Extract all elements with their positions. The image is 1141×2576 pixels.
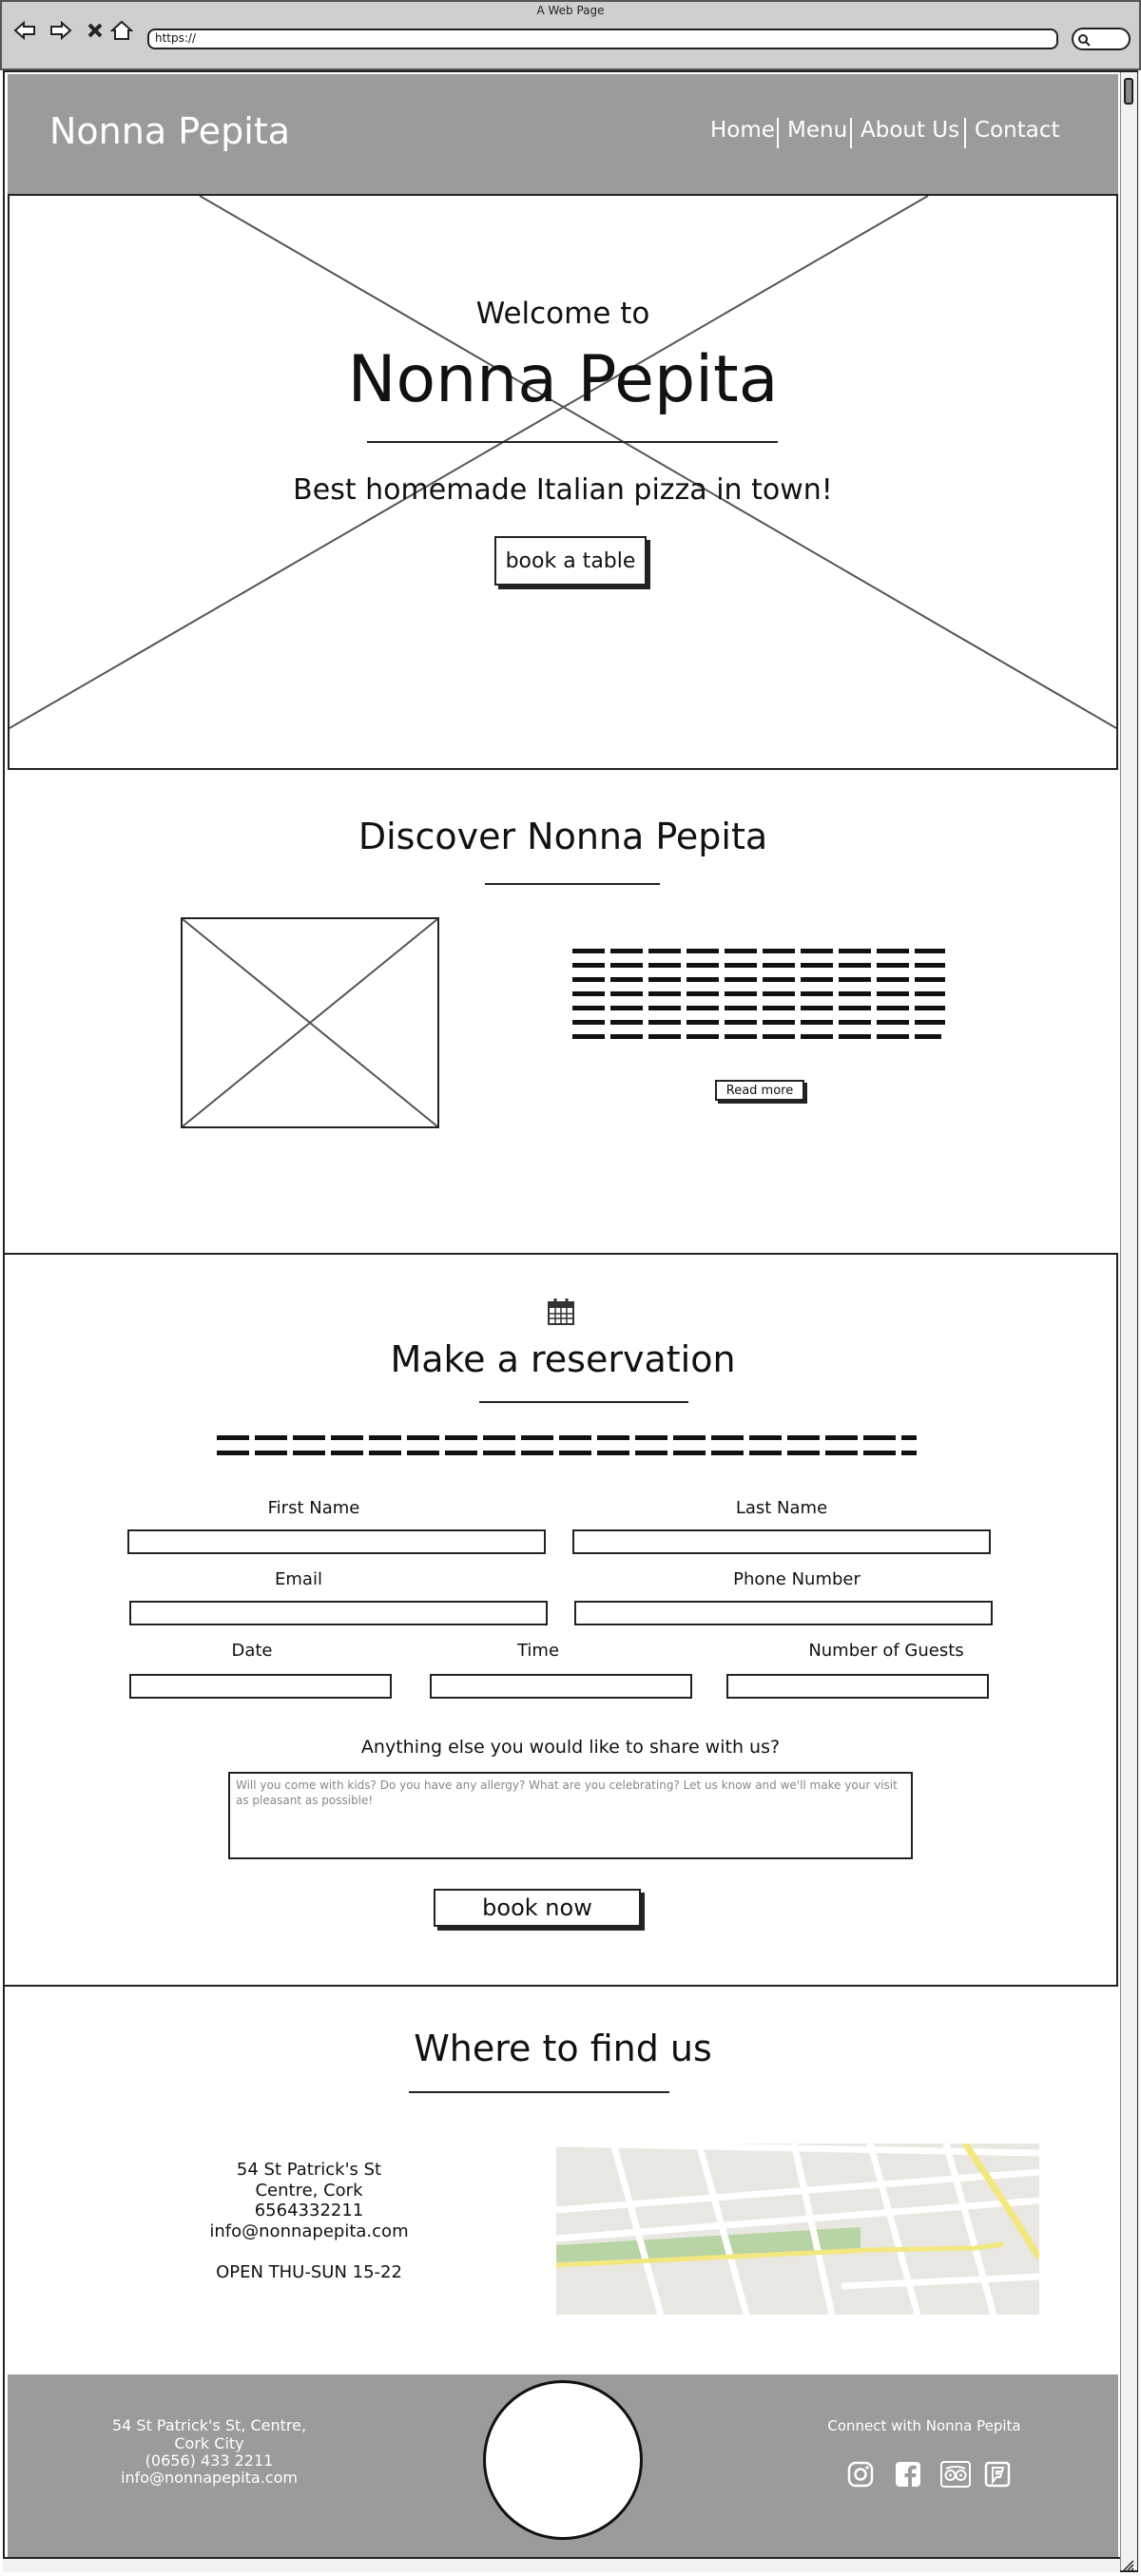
time-field[interactable] — [430, 1674, 692, 1699]
reservation-title: Make a reservation — [390, 1338, 736, 1380]
hero-title: Nonna Pepita — [347, 342, 779, 417]
home-icon[interactable] — [110, 19, 133, 42]
nav-divider — [777, 118, 779, 148]
resize-grip-icon[interactable] — [1122, 2559, 1135, 2572]
foursquare-icon[interactable] — [983, 2460, 1012, 2489]
nav-divider — [850, 118, 852, 148]
instagram-icon[interactable] — [846, 2460, 875, 2489]
forward-arrow-icon[interactable] — [49, 19, 72, 42]
footer-email[interactable]: info@nonnapepita.com — [76, 2469, 342, 2487]
nav-about-us[interactable]: About Us — [861, 118, 959, 143]
opening-hours: OPEN THU-SUN 15-22 — [216, 2262, 402, 2282]
notes-label: Anything else you would like to share wi… — [360, 1737, 781, 1758]
last-name-label: Last Name — [735, 1498, 828, 1518]
footer-address-line1: 54 St Patrick's St, Centre, — [111, 2416, 307, 2434]
location-map[interactable] — [556, 2143, 1039, 2315]
stop-x-icon[interactable] — [84, 19, 106, 42]
email-field[interactable] — [129, 1601, 548, 1625]
nav-home[interactable]: Home — [710, 118, 775, 143]
nav-divider — [964, 118, 966, 148]
footer-connect-label: Connect with Nonna Pepita — [827, 2417, 1021, 2434]
address-line1: 54 St Patrick's St — [236, 2160, 382, 2180]
bottom-bar — [3, 2557, 1120, 2572]
site-logo[interactable]: Nonna Pepita — [49, 110, 290, 152]
discover-text-block — [572, 949, 945, 1039]
footer-logo-placeholder — [483, 2380, 643, 2540]
facebook-icon[interactable] — [894, 2460, 922, 2489]
first-name-label: First Name — [267, 1498, 360, 1518]
reservation-divider — [479, 1401, 688, 1403]
book-now-button[interactable]: book now — [434, 1889, 641, 1927]
hero-tagline: Best homemade Italian pizza in town! — [293, 473, 833, 507]
hero-welcome: Welcome to — [475, 297, 650, 331]
date-label: Date — [231, 1641, 273, 1661]
location-title: Where to find us — [414, 2028, 712, 2069]
time-label: Time — [516, 1641, 560, 1661]
back-arrow-icon[interactable] — [13, 19, 36, 42]
scrollbar-thumb[interactable] — [1124, 78, 1133, 105]
footer-address-line2: Cork City — [174, 2434, 244, 2452]
discover-divider — [485, 883, 660, 885]
nav-menu[interactable]: Menu — [787, 118, 847, 143]
window-title: A Web Page — [536, 4, 605, 17]
phone-label: Phone Number — [733, 1569, 861, 1589]
guests-label: Number of Guests — [808, 1641, 964, 1661]
hero-divider — [367, 441, 778, 443]
search-icon — [1078, 34, 1091, 47]
location-email[interactable]: info@nonnapepita.com — [166, 2221, 452, 2241]
reservation-intro-text — [217, 1435, 917, 1455]
book-table-button[interactable]: book a table — [494, 536, 647, 586]
footer-phone: (0656) 433 2211 — [145, 2451, 274, 2470]
image-placeholder-cross — [183, 919, 437, 1126]
location-phone: 6564332211 — [254, 2201, 364, 2220]
discover-image-placeholder — [181, 917, 439, 1128]
address-line2: Centre, Cork — [255, 2181, 363, 2201]
email-label: Email — [275, 1569, 322, 1589]
browser-search-field[interactable] — [1072, 28, 1131, 50]
guests-field[interactable] — [726, 1674, 989, 1699]
location-divider — [409, 2091, 669, 2093]
tripadvisor-icon[interactable] — [939, 2460, 972, 2489]
map-streets — [556, 2143, 1039, 2315]
discover-title: Discover Nonna Pepita — [358, 816, 768, 857]
calendar-icon — [548, 1298, 574, 1325]
first-name-field[interactable] — [127, 1529, 546, 1554]
vertical-scrollbar[interactable] — [1120, 72, 1137, 2570]
nav-contact[interactable]: Contact — [975, 118, 1059, 143]
phone-field[interactable] — [574, 1601, 993, 1625]
last-name-field[interactable] — [572, 1529, 991, 1554]
notes-textarea[interactable]: Will you come with kids? Do you have any… — [228, 1772, 913, 1859]
read-more-button[interactable]: Read more — [715, 1080, 804, 1101]
address-bar[interactable]: https:// — [147, 29, 1058, 49]
date-field[interactable] — [129, 1674, 392, 1699]
